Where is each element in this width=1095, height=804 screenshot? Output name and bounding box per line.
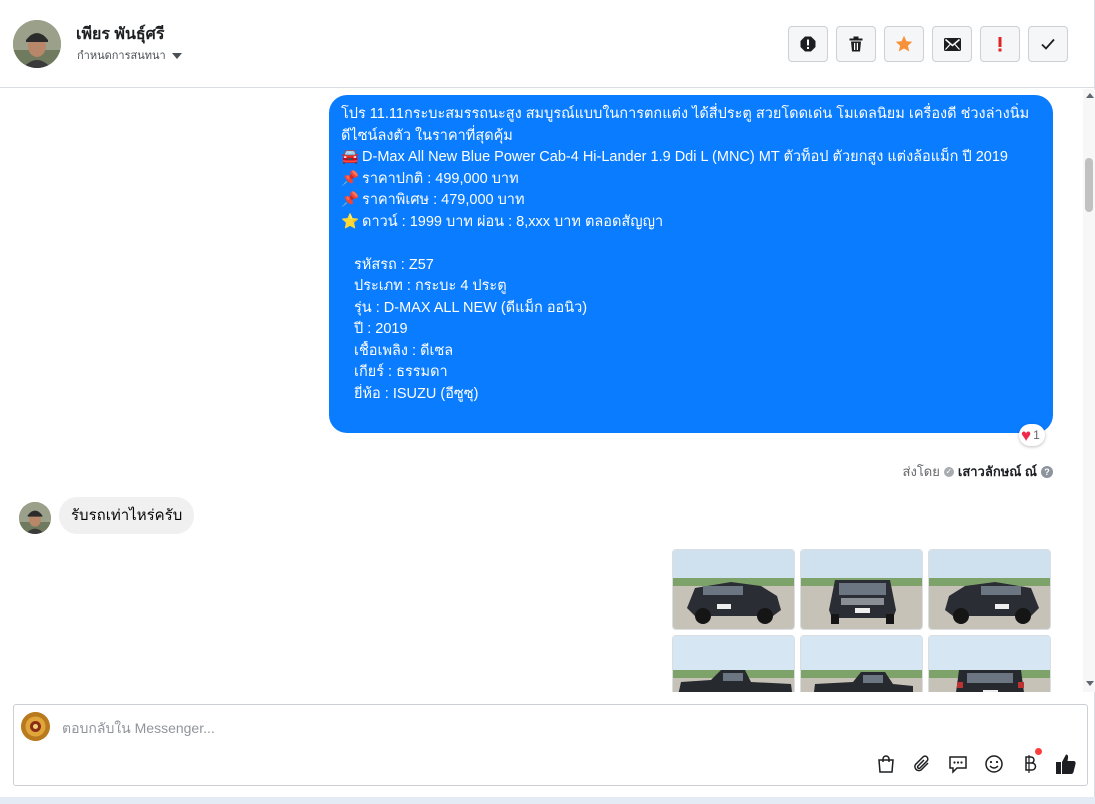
pin-emoji-icon: 📌 [341, 170, 360, 187]
notification-dot [1035, 748, 1042, 755]
star-button[interactable] [884, 26, 924, 62]
car-photo[interactable] [800, 549, 923, 630]
saved-reply-button[interactable] [946, 752, 970, 776]
scroll-down-icon[interactable] [1086, 681, 1094, 686]
spec-year: ปี : 2019 [354, 321, 408, 337]
mark-unread-button[interactable] [932, 26, 972, 62]
message-reaction[interactable]: ♥ 1 [1019, 424, 1045, 446]
star-icon [895, 35, 913, 52]
reply-input[interactable] [62, 718, 762, 738]
star-emoji-icon: ⭐ [341, 213, 360, 230]
spec-type: ประเภท : กระบะ 4 ประตู [354, 278, 507, 294]
spec-gear: เกียร์ : ธรรมดา [354, 364, 448, 380]
attach-icon [914, 755, 929, 772]
heart-icon: ♥ [1021, 425, 1032, 445]
verified-check-icon: ✓ [943, 466, 954, 477]
car-photo[interactable] [800, 635, 923, 692]
sender-avatar[interactable] [19, 502, 51, 534]
help-icon[interactable]: ? [1041, 465, 1053, 478]
spam-icon [800, 36, 816, 52]
follow-up-button[interactable] [980, 26, 1020, 62]
image-attachments [672, 549, 1051, 692]
sent-by: ส่งโดย ✓ เสาวลักษณ์ ณ์ ? [903, 461, 1053, 482]
trash-icon [849, 36, 863, 52]
sent-by-name[interactable]: เสาวลักษณ์ ณ์ [958, 461, 1037, 482]
thread-scrollbar[interactable] [1083, 89, 1095, 692]
shop-button[interactable] [874, 752, 898, 776]
emoji-icon [985, 755, 1003, 773]
mark-done-button[interactable] [1028, 26, 1068, 62]
car-photo[interactable] [672, 635, 795, 692]
sent-by-prefix: ส่งโดย [902, 464, 940, 479]
reaction-count: 1 [1033, 428, 1040, 442]
payment-button[interactable] [1018, 748, 1042, 776]
conversation-header: เพียร พันธุ์ศรี กำหนดการสนทนา [0, 0, 1095, 88]
shop-icon [878, 755, 894, 773]
saved-reply-icon [949, 756, 967, 774]
contact-name[interactable]: เพียร พันธุ์ศรี [76, 22, 164, 47]
page-avatar [21, 712, 50, 741]
message-line: โปร 11.11กระบะสมรรถนะสูง สมบูรณ์แบบในการ… [341, 106, 1030, 144]
down-payment: ดาวน์ : 1999 บาท ผ่อน : 8,xxx บาท ตลอดสั… [362, 213, 664, 230]
payment-icon [1025, 755, 1037, 773]
scroll-thumb[interactable] [1085, 158, 1093, 212]
chevron-down-icon [171, 52, 182, 59]
message-line: 📌 ราคาพิเศษ : 479,000 บาท [341, 190, 1041, 212]
like-button[interactable] [1054, 752, 1078, 776]
car-photo[interactable] [928, 549, 1051, 630]
normal-price: ราคาปกติ : 499,000 บาท [362, 170, 519, 187]
contact-avatar[interactable] [13, 20, 61, 68]
car-photo[interactable] [672, 549, 795, 630]
mark-spam-button[interactable] [788, 26, 828, 62]
follow-up-icon [998, 37, 1002, 52]
car-title: D-Max All New Blue Power Cab-4 Hi-Lander… [362, 149, 1008, 165]
emoji-button[interactable] [982, 752, 1006, 776]
spec-brand: ยี่ห้อ : ISUZU (อีซูซุ) [354, 385, 479, 402]
incoming-message-bubble[interactable]: รับรถเท่าไหร่ครับ [59, 497, 195, 534]
message-line: ⭐ ดาวน์ : 1999 บาท ผ่อน : 8,xxx บาท ตลอด… [341, 212, 1041, 234]
pin-emoji-icon: 📌 [341, 192, 360, 208]
header-actions [788, 26, 1068, 62]
car-emoji-icon: 🚘 [341, 149, 360, 165]
spec-fuel: เชื้อเพลิง : ดีเซล [354, 342, 454, 359]
done-icon [1041, 38, 1055, 50]
mail-icon [943, 37, 961, 51]
like-icon [1056, 754, 1076, 774]
scroll-up-icon[interactable] [1086, 93, 1094, 98]
special-price: ราคาพิเศษ : 479,000 บาท [362, 192, 525, 208]
spec-model: รุ่น : D-MAX ALL NEW (ดีแม็ก ออนิว) [354, 299, 588, 316]
outgoing-message-bubble[interactable]: โปร 11.11กระบะสมรรถนะสูง สมบูรณ์แบบในการ… [329, 95, 1053, 433]
car-photo[interactable] [928, 635, 1051, 692]
assign-label: กำหนดการสนทนา [77, 50, 166, 62]
composer-toolbar [874, 748, 1078, 776]
attach-button[interactable] [910, 752, 934, 776]
message-line: 📌 ราคาปกติ : 499,000 บาท [341, 169, 1041, 191]
message-thread[interactable]: โปร 11.11กระบะสมรรถนะสูง สมบูรณ์แบบในการ… [0, 89, 1083, 692]
assign-conversation-dropdown[interactable]: กำหนดการสนทนา [77, 46, 182, 64]
bottom-strip [0, 797, 1095, 804]
spec-code: รหัสรถ : Z57 [354, 256, 434, 273]
message-line: 🚘 D-Max All New Blue Power Cab-4 Hi-Land… [341, 147, 1041, 169]
delete-button[interactable] [836, 26, 876, 62]
